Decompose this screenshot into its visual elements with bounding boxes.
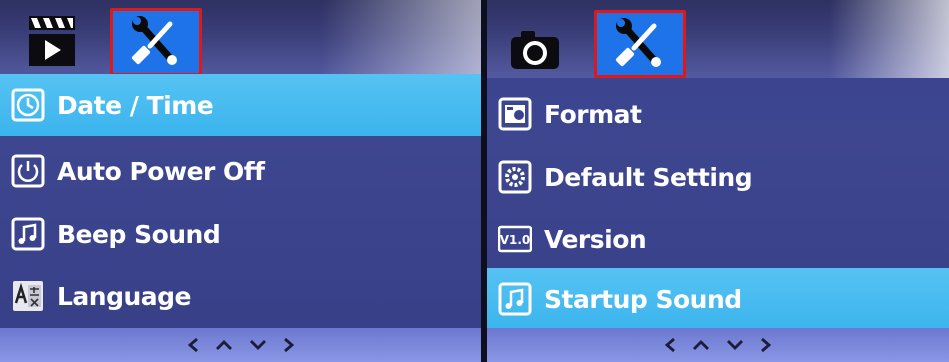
mode-tab-bar — [487, 0, 949, 78]
menu-item-default-setting[interactable]: Default Setting — [487, 146, 949, 208]
chevron-left-icon — [664, 337, 675, 353]
video-clapper-icon — [29, 16, 75, 66]
camera-icon — [511, 31, 559, 69]
screenshot-stage: Date / Time Auto Power Off Beep Sound La… — [0, 0, 949, 362]
power-icon — [11, 154, 45, 188]
menu-item-version[interactable]: V1.0 Version — [487, 208, 949, 270]
language-icon — [13, 281, 43, 311]
video-mode-tab[interactable] — [20, 8, 82, 70]
mode-tab-bar — [0, 0, 481, 78]
menu-item-format[interactable]: Format — [487, 83, 949, 145]
chevron-left-icon — [187, 337, 198, 353]
format-icon — [498, 97, 532, 131]
tools-icon — [615, 18, 661, 67]
chevron-right-icon — [283, 337, 294, 353]
menu-item-auto-power-off[interactable]: Auto Power Off — [0, 140, 481, 202]
chevron-up-icon — [693, 340, 709, 350]
menu-item-label: Version — [544, 224, 647, 254]
chevron-down-icon — [249, 340, 266, 350]
chevron-up-icon — [215, 340, 232, 350]
menu-item-label: Default Setting — [544, 162, 753, 192]
menu-item-label: Date / Time — [57, 90, 214, 120]
menu-item-date-time[interactable]: Date / Time — [0, 74, 481, 136]
settings-tab[interactable] — [594, 10, 686, 78]
music-note-icon — [498, 282, 532, 316]
menu-item-label: Language — [57, 281, 192, 311]
default-gear-icon — [498, 160, 532, 194]
navigation-hint-bar — [487, 328, 949, 362]
tools-icon — [131, 16, 177, 65]
navigation-hint-bar — [0, 328, 481, 362]
version-badge-text: V1.0 — [500, 233, 531, 247]
clock-icon — [11, 88, 45, 122]
right-menu-panel: Format Default Setting V1.0 Version Star… — [487, 0, 949, 362]
settings-tab[interactable] — [110, 8, 202, 76]
menu-item-beep-sound[interactable]: Beep Sound — [0, 203, 481, 265]
left-menu-panel: Date / Time Auto Power Off Beep Sound La… — [0, 0, 481, 362]
photo-mode-tab[interactable] — [505, 24, 565, 74]
menu-item-label: Startup Sound — [544, 284, 742, 314]
music-note-icon — [11, 217, 45, 251]
version-icon: V1.0 — [498, 225, 532, 253]
menu-item-label: Beep Sound — [57, 219, 221, 249]
menu-item-label: Format — [544, 99, 642, 129]
chevron-right-icon — [761, 337, 772, 353]
menu-item-startup-sound[interactable]: Startup Sound — [487, 268, 949, 330]
menu-item-label: Auto Power Off — [57, 156, 265, 186]
menu-item-language[interactable]: Language — [0, 265, 481, 327]
chevron-down-icon — [727, 340, 743, 350]
